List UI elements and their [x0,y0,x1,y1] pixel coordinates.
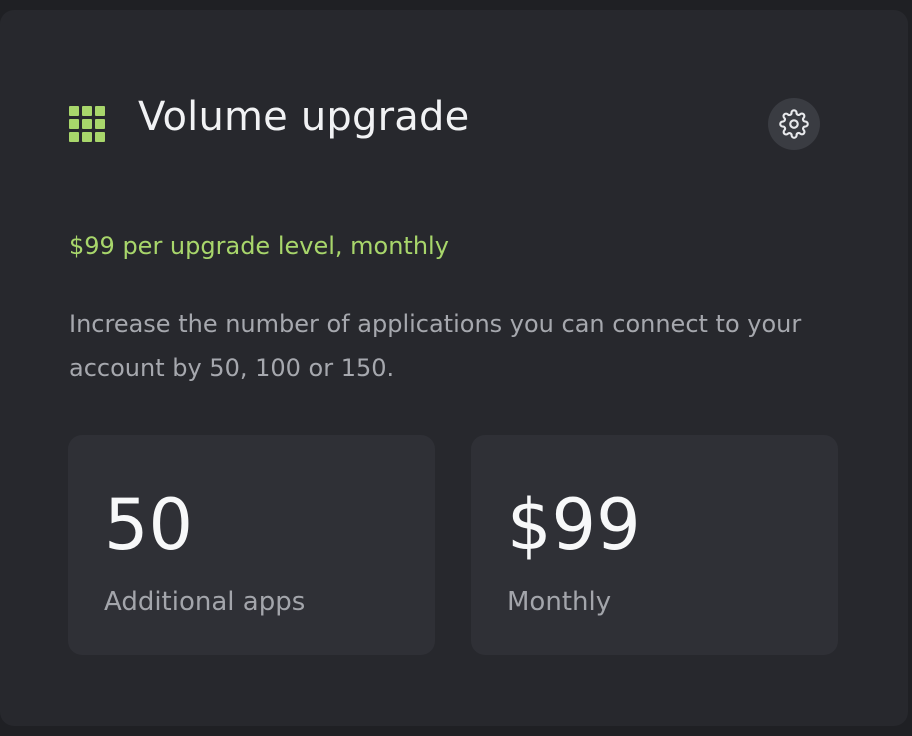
volume-upgrade-card: Volume upgrade $99 per upgrade level, mo… [0,10,908,726]
stat-label: Additional apps [104,587,306,617]
gear-icon [779,109,809,139]
stat-tile-price: $99 Monthly [471,435,838,655]
pricing-summary: $99 per upgrade level, monthly [69,232,449,260]
stat-label: Monthly [507,587,612,617]
card-title: Volume upgrade [138,94,470,140]
stat-value: $99 [507,484,641,566]
stat-value: 50 [104,484,194,566]
settings-button[interactable] [768,98,820,150]
stat-tile-apps: 50 Additional apps [68,435,435,655]
grid-icon [69,106,105,142]
description-text: Increase the number of applications you … [69,310,802,382]
